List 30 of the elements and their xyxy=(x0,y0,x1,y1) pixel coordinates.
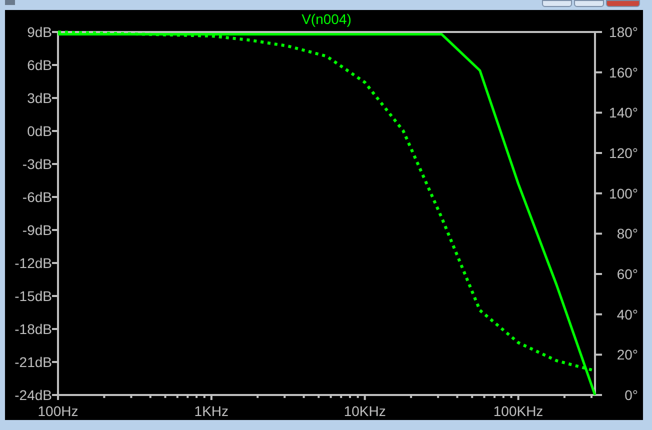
y2-tick-label: 120° xyxy=(609,145,638,161)
y-tick-label: -9dB xyxy=(22,222,52,238)
y-tick-label: -3dB xyxy=(22,156,52,172)
y-tick-label: -15dB xyxy=(14,288,52,304)
y-tick-label: 3dB xyxy=(27,90,52,106)
maximize-button[interactable] xyxy=(574,0,604,7)
x-tick-label: 100KHz xyxy=(493,403,544,419)
y-tick-label: -12dB xyxy=(14,255,52,271)
y-tick-label: -18dB xyxy=(14,321,52,337)
chart-title: V(n004) xyxy=(302,11,352,27)
minimize-button[interactable] xyxy=(542,0,572,7)
y2-tick-label: 160° xyxy=(609,64,638,80)
y-tick-label: -6dB xyxy=(22,189,52,205)
y2-tick-label: 140° xyxy=(609,104,638,121)
x-tick-label: 100Hz xyxy=(38,403,78,419)
y-tick-label: 0dB xyxy=(27,123,52,139)
x-tick-label: 1KHz xyxy=(194,403,229,419)
y2-tick-label: 100° xyxy=(609,185,638,202)
y-tick-label: -21dB xyxy=(14,354,52,370)
close-button[interactable] xyxy=(606,0,640,7)
y-tick-label: -24dB xyxy=(14,387,52,403)
x-tick-label: 10KHz xyxy=(344,403,386,419)
y2-tick-label: 60° xyxy=(616,266,638,282)
y-tick-label: 9dB xyxy=(27,24,52,40)
y2-tick-label: 20° xyxy=(616,346,638,363)
y2-tick-label: 180° xyxy=(609,24,638,40)
y2-tick-label: 40° xyxy=(616,306,638,322)
y2-tick-label: 0° xyxy=(624,387,638,403)
y2-tick-label: 80° xyxy=(616,226,638,242)
y-tick-label: 6dB xyxy=(27,57,52,73)
